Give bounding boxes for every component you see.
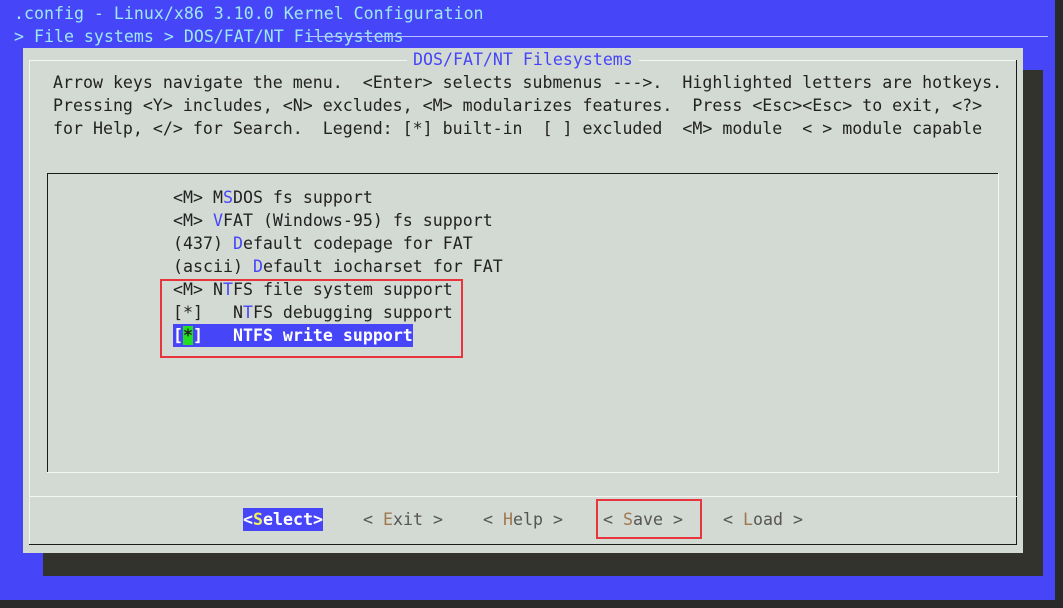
select-button[interactable]: <Select> [243, 508, 323, 531]
dialog-border-bottom [29, 544, 1017, 545]
dialog-border-left [29, 60, 30, 545]
dialog-shadow-bottom [43, 553, 1043, 576]
load-button[interactable]: < Load > [723, 508, 803, 531]
help-button[interactable]: < Help > [483, 508, 563, 531]
menu-item-iocharset[interactable]: (ascii) Default iocharset for FAT [173, 255, 503, 278]
help-line: Pressing <Y> includes, <N> excludes, <M>… [53, 96, 983, 115]
help-line: Arrow keys navigate the menu. <Enter> se… [53, 73, 1003, 92]
breadcrumb-rule [308, 36, 1048, 37]
dialog-title: DOS/FAT/NT Filesystems [407, 48, 639, 71]
menu-border-top [47, 173, 998, 174]
dialog-border-right [1016, 60, 1017, 545]
exit-button[interactable]: < Exit > [363, 508, 443, 531]
annotation-box-save [596, 499, 702, 539]
window-title: .config - Linux/x86 3.10.0 Kernel Config… [14, 4, 484, 23]
menu-border-right [998, 173, 999, 473]
menu-border-left [47, 173, 48, 473]
terminal-screen: .config - Linux/x86 3.10.0 Kernel Config… [0, 0, 1055, 600]
menu-item-msdos[interactable]: <M> MSDOS fs support [173, 186, 373, 209]
annotation-box-ntfs [160, 279, 463, 358]
button-separator [29, 496, 1017, 497]
menu-border-bottom [47, 472, 998, 473]
menu-item-codepage[interactable]: (437) Default codepage for FAT [173, 232, 473, 255]
dialog-shadow-right [1023, 70, 1043, 576]
menu-item-vfat[interactable]: <M> VFAT (Windows-95) fs support [173, 209, 493, 232]
help-line: for Help, </> for Search. Legend: [*] bu… [53, 119, 983, 138]
